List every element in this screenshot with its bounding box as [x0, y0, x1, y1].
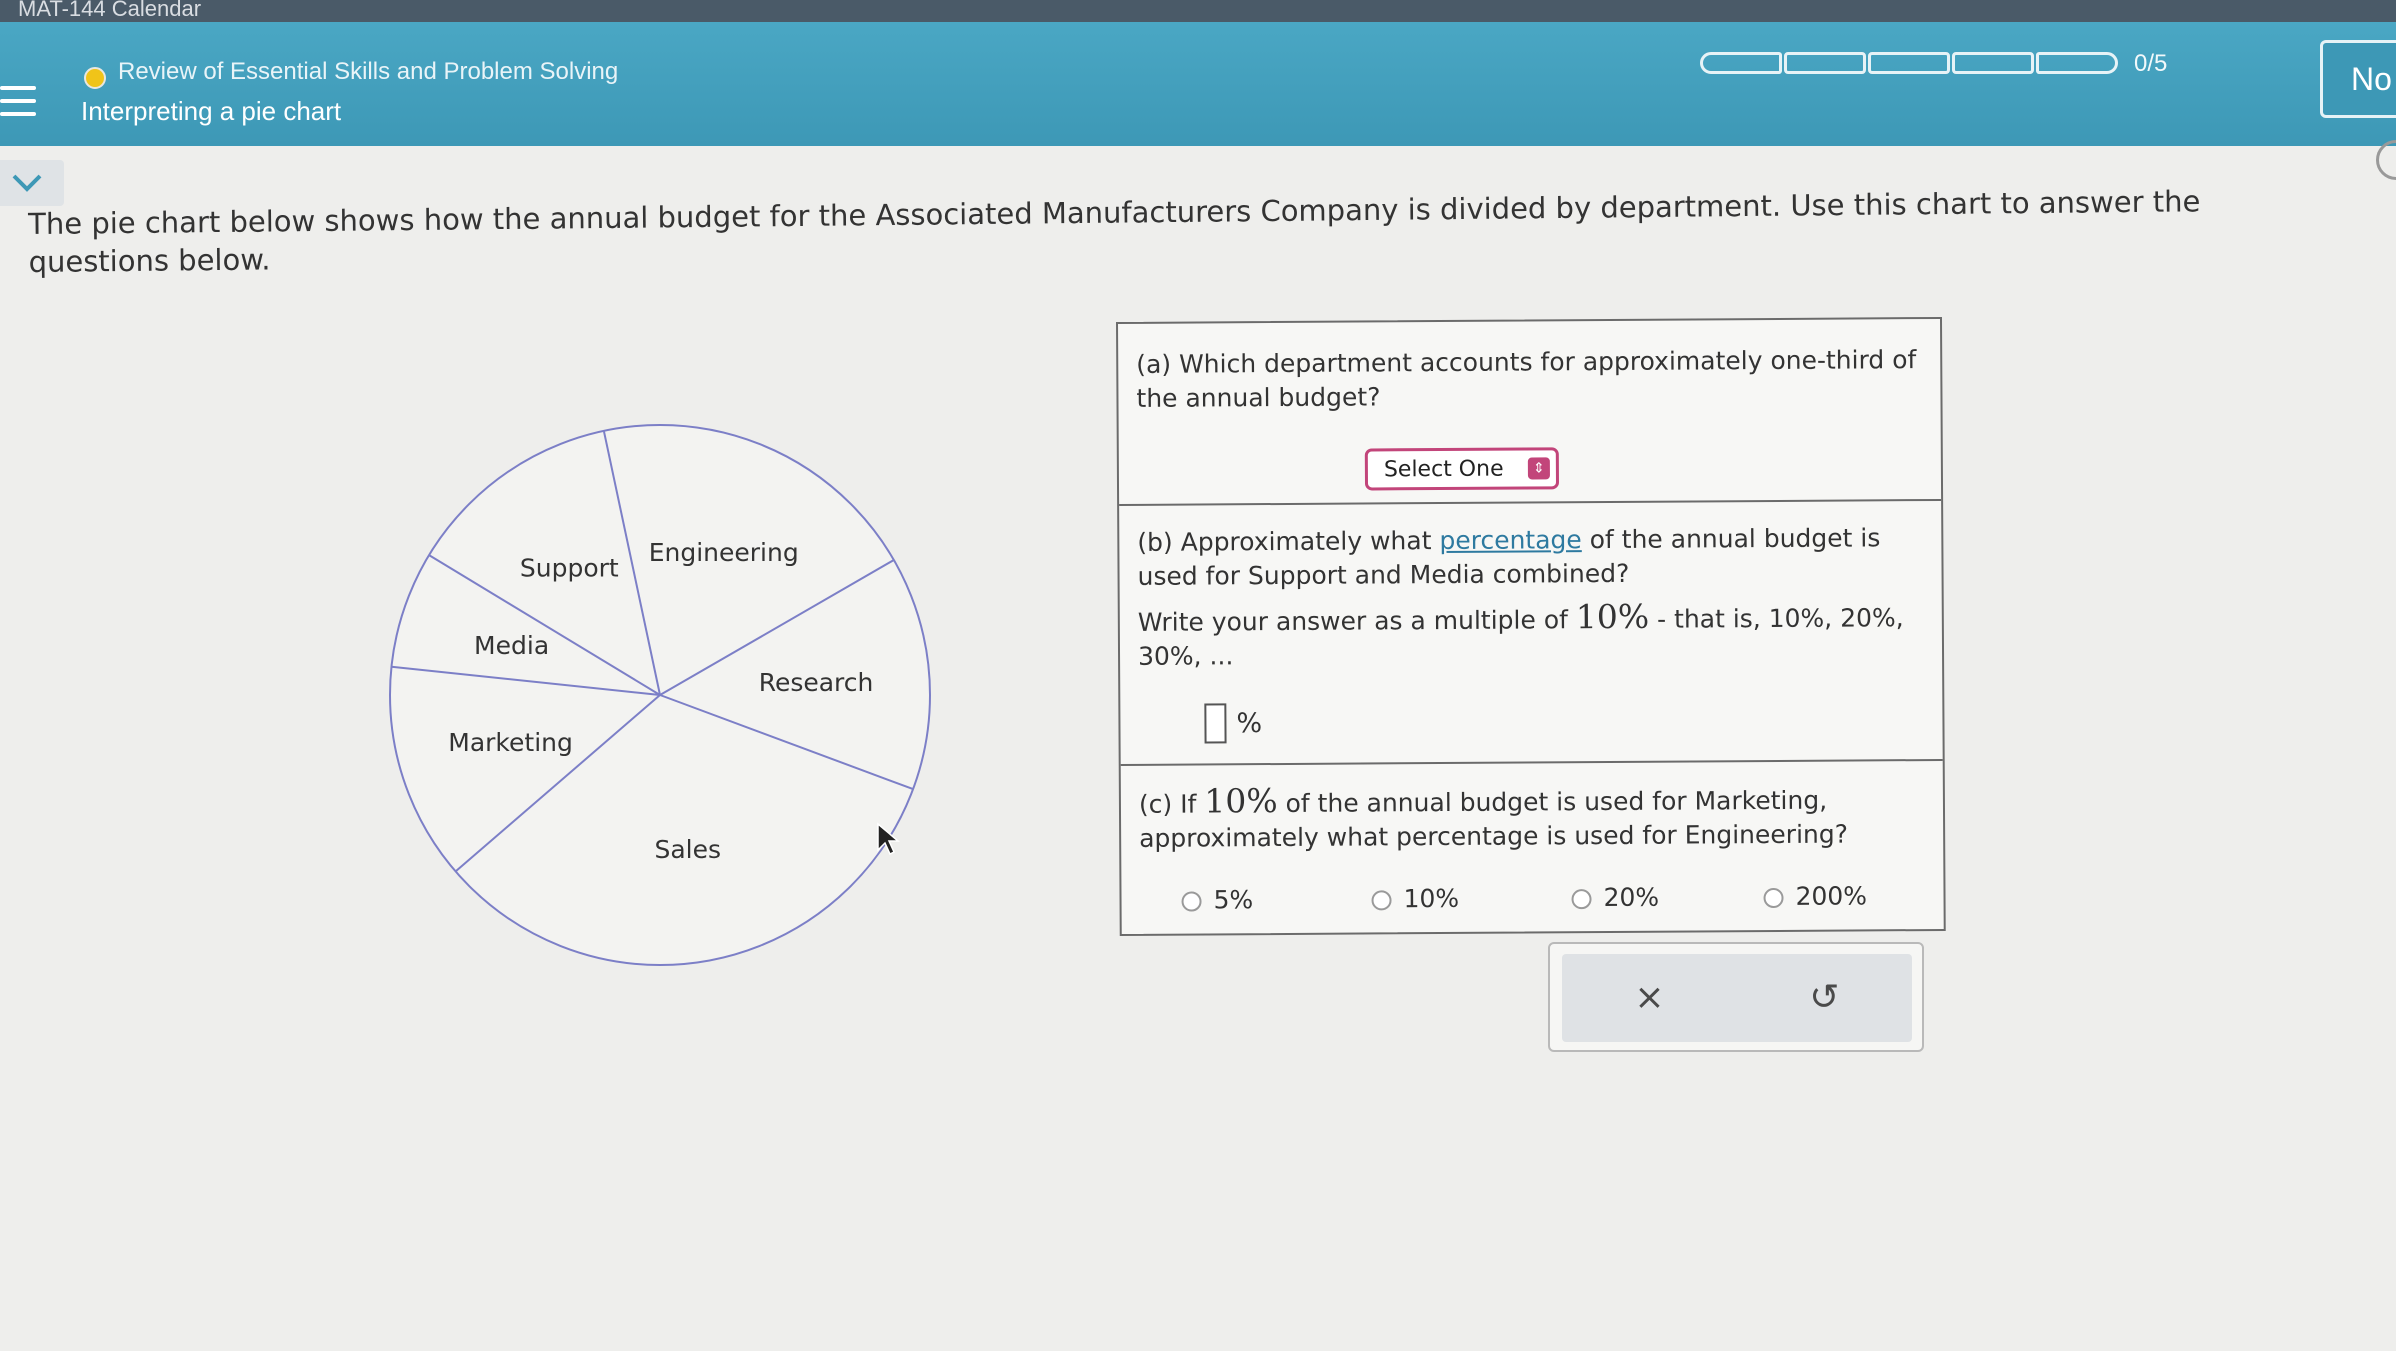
- assignment-header: Review of Essential Skills and Problem S…: [0, 22, 2396, 146]
- pie-slice-label: Engineering: [649, 538, 799, 567]
- radio-button[interactable]: [1371, 890, 1392, 911]
- questions-panel: (a) Which department accounts for approx…: [1116, 316, 1946, 936]
- option-20-percent[interactable]: 20%: [1571, 883, 1659, 913]
- option-10-percent[interactable]: 10%: [1371, 884, 1459, 914]
- progress-count: 0/5: [2134, 50, 2168, 77]
- pie-slice-label: Support: [520, 553, 619, 582]
- clear-button[interactable]: ×: [1562, 954, 1737, 1042]
- progress-segment: [1784, 52, 1866, 74]
- topic-status-dot: [84, 67, 106, 89]
- question-b: (b) Approximately what percentage of the…: [1119, 500, 1943, 766]
- pie-slice-label: Research: [759, 668, 874, 697]
- browser-tab-strip: MAT-144 Calendar: [0, 0, 2396, 22]
- option-200-percent[interactable]: 200%: [1763, 881, 1867, 911]
- undo-button[interactable]: ↺: [1737, 954, 1912, 1042]
- collapse-toggle[interactable]: [0, 160, 64, 206]
- mouse-cursor-icon: [877, 822, 900, 856]
- percentage-answer-input[interactable]: [1204, 703, 1227, 744]
- question-b-instruction: Write your answer as a multiple of 10% -…: [1137, 596, 1904, 671]
- pie-chart: Engineering Research Sales Marketing Media Su…: [389, 424, 931, 966]
- next-button[interactable]: No: [2320, 40, 2396, 118]
- radio-button[interactable]: [1181, 891, 1202, 912]
- question-a-prompt: (a) Which department accounts for approx…: [1136, 345, 1917, 413]
- progress-segment: [2036, 52, 2118, 74]
- progress-segment: [1952, 52, 2034, 74]
- percent-unit: %: [1236, 707, 1263, 739]
- chevron-down-icon: [12, 174, 42, 192]
- question-b-prompt: (b) Approximately what percentage of the…: [1137, 523, 1881, 591]
- question-c: (c) If 10% of the annual budget is used …: [1121, 761, 1944, 936]
- browser-tab-title[interactable]: MAT-144 Calendar: [18, 0, 201, 22]
- progress-segment: [1868, 52, 1950, 74]
- progress-segment: [1700, 52, 1782, 74]
- select-label: Select One: [1383, 456, 1504, 483]
- problem-intro: The pie chart below shows how the annual…: [28, 184, 2201, 279]
- topic-title: Review of Essential Skills and Problem S…: [118, 58, 619, 85]
- question-c-prompt: (c) If 10% of the annual budget is used …: [1138, 781, 1849, 853]
- page-title: Interpreting a pie chart: [81, 96, 342, 126]
- department-select[interactable]: Select One ⇕: [1364, 447, 1560, 491]
- question-a: (a) Which department accounts for approx…: [1118, 318, 1942, 506]
- answer-b: %: [1204, 703, 1263, 744]
- radio-button[interactable]: [1571, 889, 1592, 910]
- pie-slice-label: Media: [474, 631, 549, 660]
- pie-slice-label: Marketing: [448, 728, 573, 757]
- action-buttons: × ↺: [1548, 942, 1924, 1052]
- menu-icon[interactable]: [0, 77, 36, 127]
- radio-button[interactable]: [1763, 887, 1784, 909]
- option-5-percent[interactable]: 5%: [1181, 885, 1253, 914]
- help-icon[interactable]: [2376, 140, 2396, 180]
- percentage-link[interactable]: percentage: [1439, 525, 1582, 555]
- select-caret-icon: ⇕: [1527, 457, 1550, 480]
- pie-slice-label: Sales: [654, 835, 721, 864]
